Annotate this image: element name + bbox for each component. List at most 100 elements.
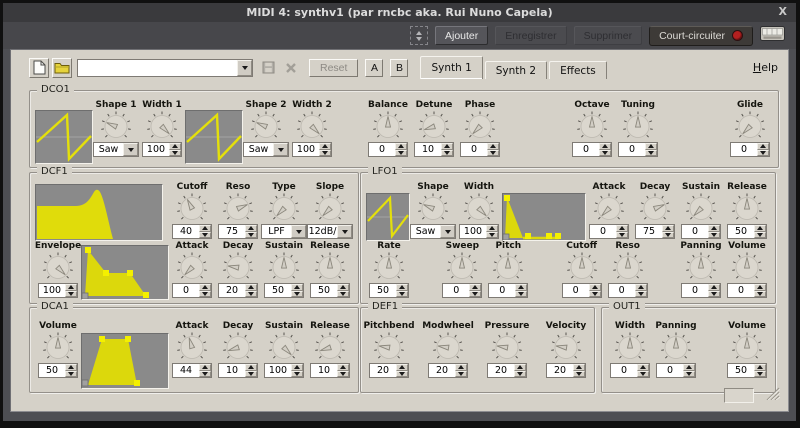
volume-spinbox[interactable]: 0 xyxy=(727,283,767,298)
spin-down-icon[interactable] xyxy=(245,371,257,378)
titlebar[interactable]: MIDI 4: synthv1 (par rncbc aka. Rui Nuno… xyxy=(3,3,796,22)
bypass-button[interactable]: Court-circuiter xyxy=(649,26,753,46)
detune-spinbox[interactable]: 10 xyxy=(414,142,454,157)
sustain-knob[interactable] xyxy=(266,332,302,363)
glide-spinbox[interactable]: 0 xyxy=(730,142,770,157)
spin-down-icon[interactable] xyxy=(637,371,649,378)
decay-knob[interactable] xyxy=(220,332,256,363)
spin-down-icon[interactable] xyxy=(169,150,181,157)
spin-down-icon[interactable] xyxy=(396,291,408,298)
volume-knob[interactable] xyxy=(40,332,76,363)
release-spinbox[interactable]: 10 xyxy=(310,363,350,378)
sustain-spinbox[interactable]: 100 xyxy=(264,363,304,378)
panning-knob[interactable] xyxy=(658,332,694,363)
reso-knob[interactable] xyxy=(220,193,256,224)
rate-spinbox[interactable]: 50 xyxy=(369,283,409,298)
close-button[interactable]: X xyxy=(779,5,787,18)
spin-down-icon[interactable] xyxy=(662,232,674,239)
save-preset-file-button[interactable] xyxy=(258,58,278,78)
shape-1-knob[interactable] xyxy=(98,111,134,142)
sweep-knob[interactable] xyxy=(444,252,480,283)
panning-spinbox[interactable]: 0 xyxy=(681,283,721,298)
decay-knob[interactable] xyxy=(220,252,256,283)
combo-arrow-icon[interactable] xyxy=(337,225,352,238)
shape-2-combo[interactable]: Saw xyxy=(243,142,289,157)
spin-down-icon[interactable] xyxy=(487,150,499,157)
sustain-knob[interactable] xyxy=(683,193,719,224)
spin-down-icon[interactable] xyxy=(599,150,611,157)
spin-down-icon[interactable] xyxy=(291,291,303,298)
release-spinbox[interactable]: 50 xyxy=(727,224,767,239)
attack-spinbox[interactable]: 44 xyxy=(172,363,212,378)
spin-down-icon[interactable] xyxy=(396,371,408,378)
combo-arrow-icon[interactable] xyxy=(273,143,288,156)
phase-spinbox[interactable]: 0 xyxy=(460,142,500,157)
spin-down-icon[interactable] xyxy=(395,150,407,157)
pitch-spinbox[interactable]: 0 xyxy=(488,283,528,298)
spin-up-icon[interactable] xyxy=(416,31,422,35)
spin-down-icon[interactable] xyxy=(455,371,467,378)
release-spinbox[interactable]: 50 xyxy=(310,283,350,298)
pitch-knob[interactable] xyxy=(490,252,526,283)
combo-arrow-icon[interactable] xyxy=(123,143,138,156)
spin-down-icon[interactable] xyxy=(319,150,331,157)
spin-down-icon[interactable] xyxy=(754,232,766,239)
cutoff-spinbox[interactable]: 40 xyxy=(172,224,212,239)
shape-knob[interactable] xyxy=(415,193,451,224)
spin-down-icon[interactable] xyxy=(245,232,257,239)
preset-nav-spinner[interactable] xyxy=(410,26,428,45)
envelope-knob[interactable] xyxy=(40,252,76,283)
spin-down-icon[interactable] xyxy=(245,291,257,298)
spin-down-icon[interactable] xyxy=(65,371,77,378)
spin-down-icon[interactable] xyxy=(199,371,211,378)
release-knob[interactable] xyxy=(312,332,348,363)
spin-down-icon[interactable] xyxy=(469,291,481,298)
volume-knob[interactable] xyxy=(729,252,765,283)
attack-spinbox[interactable]: 0 xyxy=(172,283,212,298)
spin-down-icon[interactable] xyxy=(708,232,720,239)
octave-knob[interactable] xyxy=(574,111,610,142)
panning-spinbox[interactable]: 0 xyxy=(656,363,696,378)
add-preset-button[interactable]: Ajouter xyxy=(435,26,488,45)
width-spinbox[interactable]: 0 xyxy=(610,363,650,378)
attack-knob[interactable] xyxy=(591,193,627,224)
spin-down-icon[interactable] xyxy=(441,150,453,157)
keyboard-icon[interactable] xyxy=(760,26,785,45)
new-preset-button[interactable] xyxy=(29,58,49,78)
attack-knob[interactable] xyxy=(174,332,210,363)
preset-combobox[interactable] xyxy=(77,59,253,77)
pitchbend-knob[interactable] xyxy=(371,332,407,363)
decay-spinbox[interactable]: 75 xyxy=(635,224,675,239)
attack-knob[interactable] xyxy=(174,252,210,283)
compare-a-button[interactable]: A xyxy=(365,59,383,77)
balance-knob[interactable] xyxy=(370,111,406,142)
width-1-spinbox[interactable]: 100 xyxy=(142,142,182,157)
octave-spinbox[interactable]: 0 xyxy=(572,142,612,157)
spin-down-icon[interactable] xyxy=(573,371,585,378)
decay-spinbox[interactable]: 10 xyxy=(218,363,258,378)
reso-knob[interactable] xyxy=(610,252,646,283)
sustain-spinbox[interactable]: 0 xyxy=(681,224,721,239)
phase-knob[interactable] xyxy=(462,111,498,142)
tab-effects[interactable]: Effects xyxy=(549,61,607,79)
spin-down-icon[interactable] xyxy=(683,371,695,378)
spin-down-icon[interactable] xyxy=(416,37,422,41)
rate-knob[interactable] xyxy=(371,252,407,283)
shape-2-knob[interactable] xyxy=(248,111,284,142)
volume-spinbox[interactable]: 50 xyxy=(38,363,78,378)
shape-combo[interactable]: Saw xyxy=(410,224,456,239)
width-knob[interactable] xyxy=(461,193,497,224)
release-knob[interactable] xyxy=(312,252,348,283)
spin-down-icon[interactable] xyxy=(515,291,527,298)
reset-button[interactable]: Reset xyxy=(309,59,358,77)
balance-spinbox[interactable]: 0 xyxy=(368,142,408,157)
modwheel-knob[interactable] xyxy=(430,332,466,363)
slope-combo[interactable]: 12dB/ xyxy=(307,224,353,239)
reso-spinbox[interactable]: 0 xyxy=(608,283,648,298)
spin-down-icon[interactable] xyxy=(754,291,766,298)
cutoff-spinbox[interactable]: 0 xyxy=(562,283,602,298)
width-1-knob[interactable] xyxy=(144,111,180,142)
velocity-spinbox[interactable]: 20 xyxy=(546,363,586,378)
combo-arrow-icon[interactable] xyxy=(440,225,455,238)
type-combo[interactable]: LPF xyxy=(261,224,307,239)
